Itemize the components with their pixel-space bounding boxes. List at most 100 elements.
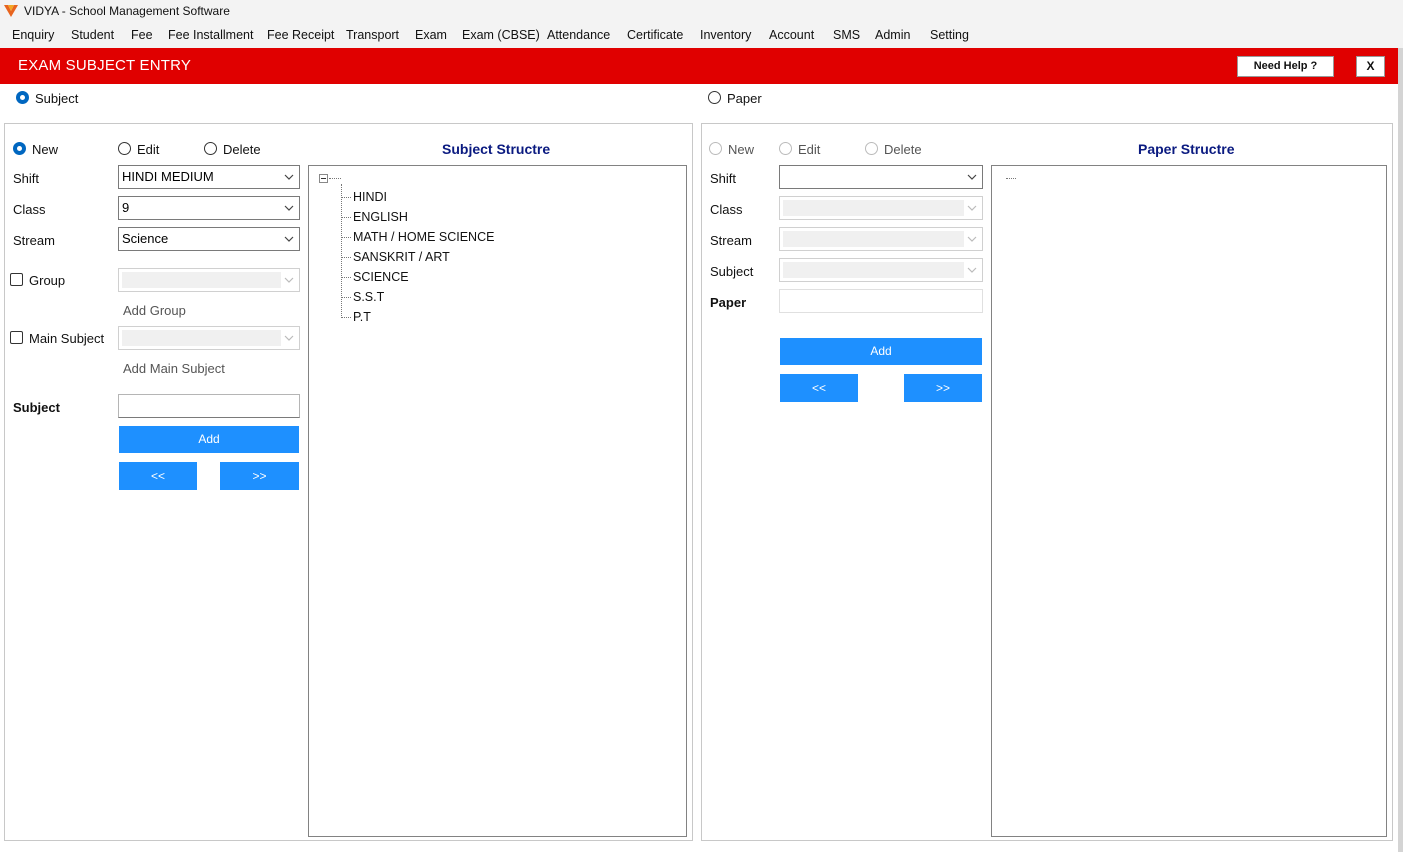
- paper-next-button[interactable]: >>: [904, 374, 982, 402]
- tree-connector: [341, 297, 351, 298]
- mode-subject-radio[interactable]: [16, 91, 29, 104]
- menu-bar: Enquiry Student Fee Fee Installment Fee …: [0, 23, 1403, 48]
- mode-paper-label: Paper: [727, 91, 762, 106]
- tree-connector: [341, 277, 351, 278]
- add-main-subject-link[interactable]: Add Main Subject: [123, 361, 225, 376]
- paper-add-button[interactable]: Add: [780, 338, 982, 365]
- paper-class-fill: [783, 200, 964, 216]
- menu-exam-cbse[interactable]: Exam (CBSE): [462, 28, 540, 42]
- menu-fee-installment[interactable]: Fee Installment: [168, 28, 253, 42]
- paper-subject-label: Subject: [710, 264, 754, 279]
- group-checkbox[interactable]: [10, 273, 23, 286]
- chevron-down-icon: [284, 277, 294, 283]
- subject-next-button[interactable]: >>: [220, 462, 299, 490]
- form-header: EXAM SUBJECT ENTRY Need Help ? X: [0, 48, 1398, 84]
- menu-exam[interactable]: Exam: [415, 28, 447, 42]
- menu-inventory[interactable]: Inventory: [700, 28, 751, 42]
- menu-fee-receipt[interactable]: Fee Receipt: [267, 28, 334, 42]
- paper-shift-select[interactable]: [779, 165, 983, 189]
- subject-shift-value: HINDI MEDIUM: [122, 169, 214, 184]
- group-select-fill: [122, 272, 281, 288]
- subject-edit-radio[interactable]: [118, 142, 131, 155]
- subject-name-input[interactable]: [118, 394, 300, 418]
- right-edge-strip: [1398, 48, 1403, 852]
- chevron-down-icon: [967, 236, 977, 242]
- paper-prev-button[interactable]: <<: [780, 374, 858, 402]
- chevron-down-icon: [284, 205, 294, 211]
- menu-attendance[interactable]: Attendance: [547, 28, 610, 42]
- paper-structure-title: Paper Structre: [1138, 141, 1235, 157]
- menu-admin[interactable]: Admin: [875, 28, 910, 42]
- paper-class-label: Class: [710, 202, 743, 217]
- tree-connector: [329, 178, 341, 179]
- subject-add-button[interactable]: Add: [119, 426, 299, 453]
- tree-item[interactable]: P.T: [353, 310, 371, 324]
- paper-stream-select[interactable]: [779, 227, 983, 251]
- subject-stream-value: Science: [122, 231, 169, 246]
- tree-connector: [341, 257, 351, 258]
- menu-student[interactable]: Student: [71, 28, 114, 42]
- main-subject-label: Main Subject: [29, 331, 105, 346]
- subject-class-label: Class: [13, 202, 46, 217]
- group-select[interactable]: [118, 268, 300, 292]
- paper-structure-tree[interactable]: [991, 165, 1387, 837]
- main-subject-select-fill: [122, 330, 281, 346]
- paper-subject-select[interactable]: [779, 258, 983, 282]
- tree-item[interactable]: ENGLISH: [353, 210, 408, 224]
- subject-structure-tree[interactable]: HINDI ENGLISH MATH / HOME SCIENCE SANSKR…: [308, 165, 687, 837]
- tree-connector: [341, 237, 351, 238]
- tree-item[interactable]: S.S.T: [353, 290, 384, 304]
- paper-edit-label: Edit: [798, 142, 821, 157]
- subject-class-value: 9: [122, 200, 130, 215]
- tree-connector: [341, 217, 351, 218]
- main-subject-checkbox[interactable]: [10, 331, 23, 344]
- menu-setting[interactable]: Setting: [930, 28, 969, 42]
- menu-sms[interactable]: SMS: [833, 28, 860, 42]
- paper-delete-label: Delete: [884, 142, 922, 157]
- menu-enquiry[interactable]: Enquiry: [12, 28, 54, 42]
- add-group-link[interactable]: Add Group: [123, 303, 186, 318]
- subject-shift-select[interactable]: HINDI MEDIUM: [118, 165, 300, 189]
- chevron-down-icon: [284, 236, 294, 242]
- app-logo-icon: [4, 5, 18, 17]
- chevron-down-icon: [967, 267, 977, 273]
- subject-edit-label: Edit: [137, 142, 160, 157]
- chevron-down-icon: [967, 205, 977, 211]
- mode-paper-radio[interactable]: [708, 91, 721, 104]
- subject-delete-radio[interactable]: [204, 142, 217, 155]
- tree-connector: [1006, 178, 1016, 179]
- paper-shift-label: Shift: [710, 171, 737, 186]
- menu-certificate[interactable]: Certificate: [627, 28, 683, 42]
- paper-name-input[interactable]: [779, 289, 983, 313]
- window-title: VIDYA - School Management Software: [24, 4, 230, 18]
- tree-item[interactable]: MATH / HOME SCIENCE: [353, 230, 494, 244]
- paper-edit-radio[interactable]: [779, 142, 792, 155]
- close-button[interactable]: X: [1356, 56, 1385, 77]
- tree-item[interactable]: SCIENCE: [353, 270, 409, 284]
- menu-transport[interactable]: Transport: [346, 28, 399, 42]
- subject-delete-label: Delete: [223, 142, 261, 157]
- menu-fee[interactable]: Fee: [131, 28, 153, 42]
- tree-connector: [341, 317, 351, 318]
- chevron-down-icon: [284, 335, 294, 341]
- subject-stream-select[interactable]: Science: [118, 227, 300, 251]
- paper-class-select[interactable]: [779, 196, 983, 220]
- main-subject-select[interactable]: [118, 326, 300, 350]
- subject-prev-button[interactable]: <<: [119, 462, 197, 490]
- subject-structure-title: Subject Structre: [442, 141, 551, 157]
- paper-stream-label: Stream: [710, 233, 752, 248]
- paper-delete-radio[interactable]: [865, 142, 878, 155]
- need-help-button[interactable]: Need Help ?: [1237, 56, 1334, 77]
- tree-item[interactable]: HINDI: [353, 190, 387, 204]
- paper-new-radio[interactable]: [709, 142, 722, 155]
- subject-class-select[interactable]: 9: [118, 196, 300, 220]
- subject-new-radio[interactable]: [13, 142, 26, 155]
- menu-account[interactable]: Account: [769, 28, 814, 42]
- group-label: Group: [29, 273, 66, 288]
- chevron-down-icon: [284, 174, 294, 180]
- tree-collapse-icon[interactable]: [319, 174, 328, 183]
- mode-subject-label: Subject: [35, 91, 79, 106]
- tree-item[interactable]: SANSKRIT / ART: [353, 250, 450, 264]
- subject-stream-label: Stream: [13, 233, 55, 248]
- title-bar: VIDYA - School Management Software: [0, 0, 1403, 23]
